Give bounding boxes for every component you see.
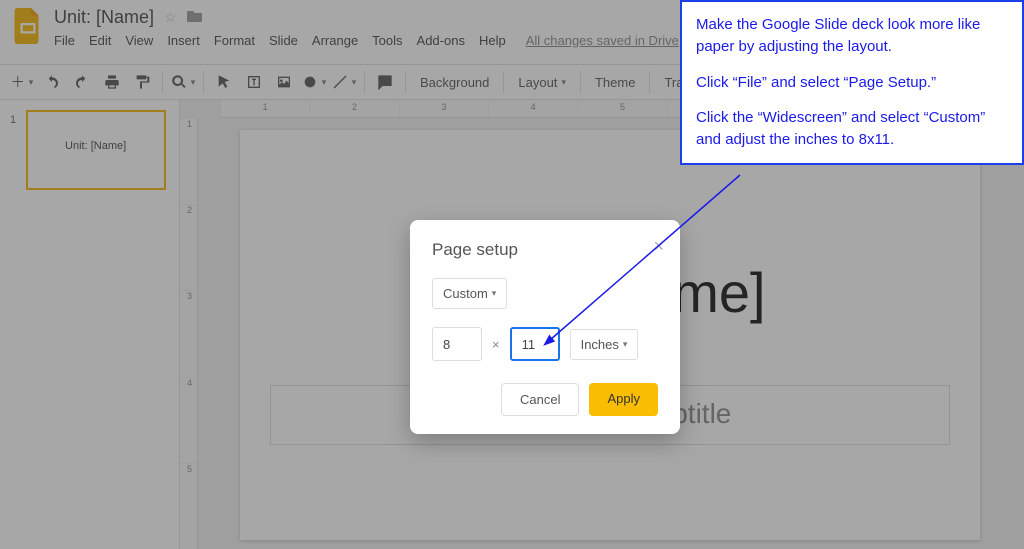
layout-button[interactable]: Layout▾ [510, 68, 574, 96]
comment-button[interactable] [371, 68, 399, 96]
select-tool-icon[interactable] [210, 68, 238, 96]
menu-insert[interactable]: Insert [167, 33, 200, 48]
callout-line-1: Make the Google Slide deck look more lik… [696, 14, 1008, 58]
height-input[interactable] [510, 327, 560, 361]
separator [503, 71, 504, 93]
menu-view[interactable]: View [125, 33, 153, 48]
new-slide-button[interactable]: ＋▾ [8, 68, 36, 96]
print-button[interactable] [98, 68, 126, 96]
slide-panel: 1 Unit: [Name] [0, 100, 180, 549]
menu-help[interactable]: Help [479, 33, 506, 48]
image-tool-icon[interactable] [270, 68, 298, 96]
menu-arrange[interactable]: Arrange [312, 33, 358, 48]
instruction-callout: Make the Google Slide deck look more lik… [680, 0, 1024, 165]
units-select[interactable]: Inches▾ [570, 329, 639, 360]
slide-thumbnail[interactable]: Unit: [Name] [26, 110, 166, 190]
ruler-vertical: 12 34 5 [180, 118, 198, 549]
separator [203, 71, 204, 93]
document-title[interactable]: Unit: [Name] [54, 7, 154, 28]
thumb-title: Unit: [Name] [28, 140, 164, 152]
separator [580, 71, 581, 93]
cancel-button[interactable]: Cancel [501, 383, 579, 416]
page-setup-dialog: Page setup × Custom▾ × Inches▾ Cancel Ap… [410, 220, 680, 434]
folder-move-icon[interactable] [187, 9, 203, 26]
menu-addons[interactable]: Add-ons [417, 33, 465, 48]
slide-number: 1 [10, 114, 22, 126]
paint-format-button[interactable] [128, 68, 156, 96]
save-status[interactable]: All changes saved in Drive [526, 33, 679, 48]
menu-file[interactable]: File [54, 33, 75, 48]
apply-button[interactable]: Apply [589, 383, 658, 416]
separator [649, 71, 650, 93]
size-mode-select[interactable]: Custom▾ [432, 278, 507, 309]
separator [364, 71, 365, 93]
shape-tool-icon[interactable]: ▾ [300, 68, 328, 96]
textbox-tool-icon[interactable] [240, 68, 268, 96]
redo-button[interactable] [68, 68, 96, 96]
zoom-button[interactable]: ▾ [169, 68, 197, 96]
callout-line-3: Click the “Widescreen” and select “Custo… [696, 107, 1008, 151]
menu-tools[interactable]: Tools [372, 33, 402, 48]
slides-logo-icon [10, 8, 46, 44]
star-icon[interactable]: ☆ [164, 9, 177, 26]
separator [405, 71, 406, 93]
menu-slide[interactable]: Slide [269, 33, 298, 48]
close-icon[interactable]: × [653, 236, 664, 257]
times-icon: × [492, 337, 500, 352]
callout-line-2: Click “File” and select “Page Setup.” [696, 72, 1008, 94]
theme-button[interactable]: Theme [587, 68, 643, 96]
line-tool-icon[interactable]: ▾ [330, 68, 358, 96]
dialog-title: Page setup [432, 240, 658, 260]
menu-format[interactable]: Format [214, 33, 255, 48]
width-input[interactable] [432, 327, 482, 361]
undo-button[interactable] [38, 68, 66, 96]
background-button[interactable]: Background [412, 68, 497, 96]
menu-edit[interactable]: Edit [89, 33, 111, 48]
separator [162, 71, 163, 93]
